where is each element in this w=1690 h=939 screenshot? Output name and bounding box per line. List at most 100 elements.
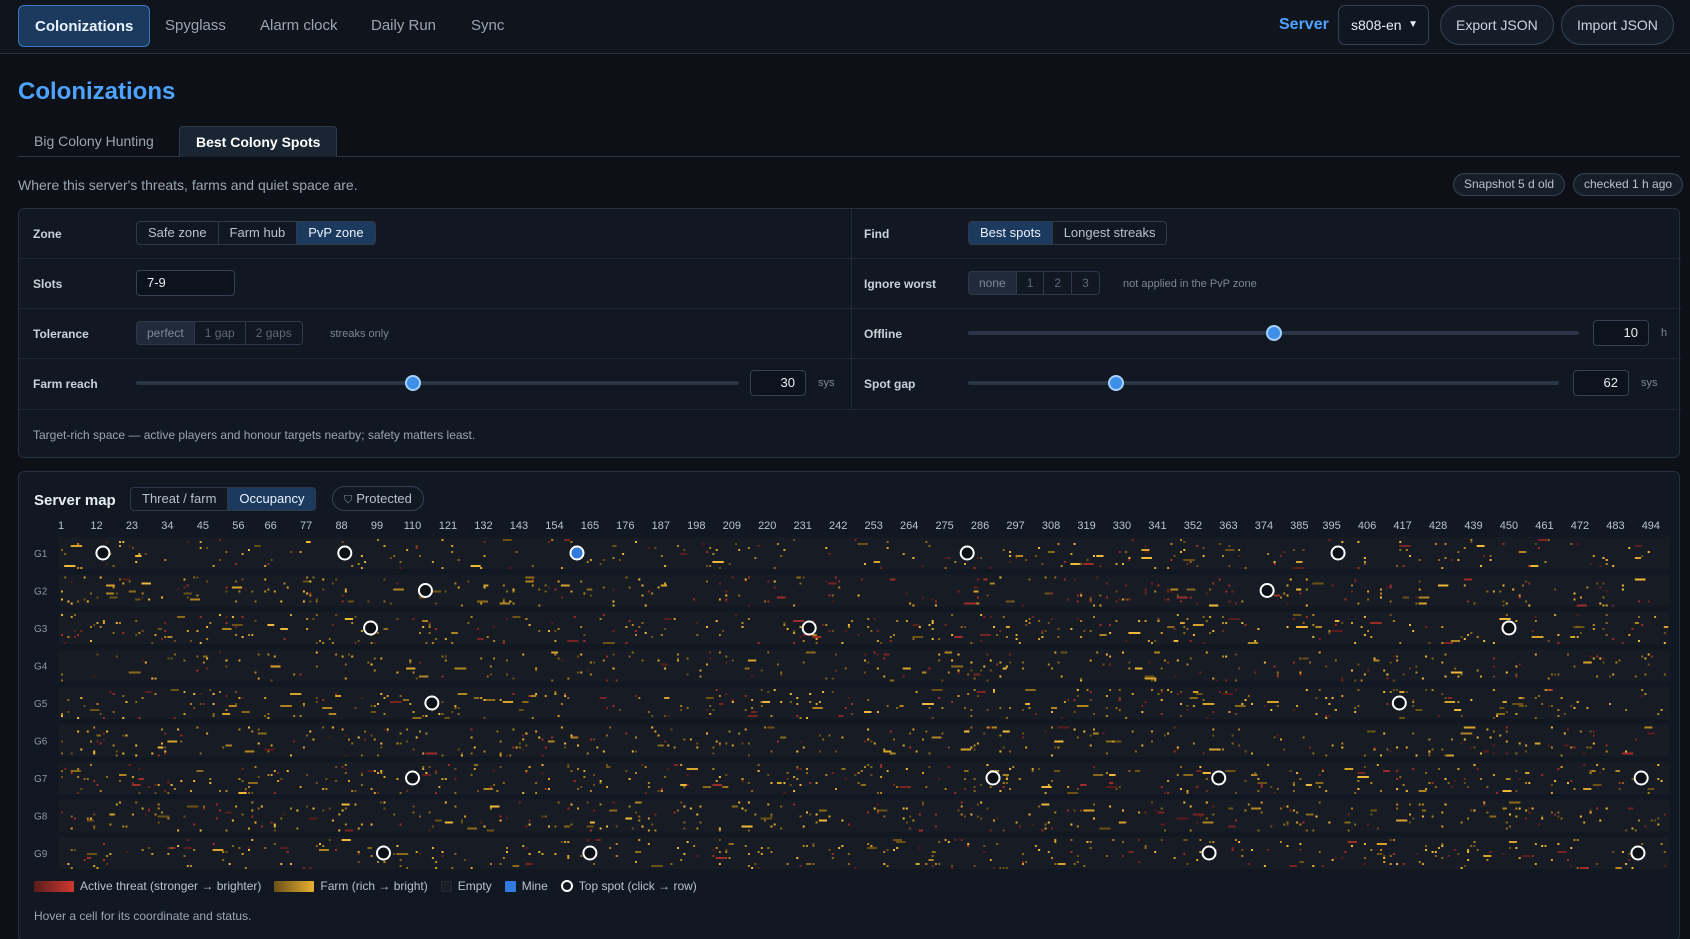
export-json-button[interactable]: Export JSON [1440,5,1554,45]
axis-tick-label: 363 [1219,520,1237,532]
spot-gap-unit: sys [1641,377,1658,389]
galaxy-row[interactable] [59,687,1669,719]
tolerance-2-gaps[interactable]: 2 gaps [246,322,302,344]
checked-badge: checked 1 h ago [1573,173,1684,196]
top-spot-marker[interactable] [375,845,391,861]
top-spot-marker[interactable] [1391,695,1407,711]
axis-tick-label: 483 [1606,520,1624,532]
galaxy-row[interactable] [59,612,1669,644]
top-spot-marker[interactable] [424,695,440,711]
top-spot-marker[interactable] [337,545,353,561]
farm-reach-slider-thumb[interactable] [405,375,422,391]
axis-tick-label: 231 [794,520,812,532]
axis-tick-label: 374 [1255,520,1273,532]
top-spot-marker[interactable] [959,545,975,561]
axis-tick-label: 12 [90,520,102,532]
axis-tick-label: 253 [864,520,882,532]
top-spot-marker[interactable] [1501,620,1517,636]
ignore-worst-none[interactable]: none [969,272,1017,294]
server-select[interactable]: s808-en ▼ [1338,5,1429,45]
nav-tab-daily-run[interactable]: Daily Run [355,5,452,47]
nav-tab-alarm-clock[interactable]: Alarm clock [244,5,354,47]
tolerance-selector: perfect 1 gap 2 gaps [136,321,303,345]
top-spot-marker[interactable] [1330,545,1346,561]
top-spot-marker[interactable] [1633,770,1649,786]
galaxy-label: G1 [34,549,48,560]
ignore-worst-3[interactable]: 3 [1072,272,1099,294]
find-option-best-spots[interactable]: Best spots [969,222,1053,244]
farm-reach-slider[interactable] [136,375,739,391]
axis-tick-label: 165 [581,520,599,532]
spot-gap-slider[interactable] [968,375,1559,391]
top-spot-marker[interactable] [1201,845,1217,861]
top-spot-marker[interactable] [582,845,598,861]
axis-tick-label: 187 [652,520,670,532]
ignore-worst-1[interactable]: 1 [1017,272,1045,294]
nav-tab-spyglass[interactable]: Spyglass [149,5,242,47]
axis-tick-label: 209 [723,520,741,532]
mine-marker[interactable] [571,547,583,559]
offline-input[interactable]: 10 [1593,320,1649,346]
protected-toggle[interactable]: ⛉ Protected [332,486,424,511]
nav-tab-colonizations[interactable]: Colonizations [18,5,151,47]
top-spot-marker[interactable] [95,545,111,561]
top-spot-marker[interactable] [1211,770,1227,786]
spot-gap-input[interactable]: 62 [1573,370,1629,396]
tolerance-label: Tolerance [33,327,89,341]
galaxy-row[interactable] [59,799,1669,832]
axis-tick-label: 1 [58,520,64,532]
slots-input[interactable]: 7-9 [136,270,235,296]
zone-selector: Safe zone Farm hub PvP zone [136,221,376,245]
map-mode-occupancy[interactable]: Occupancy [228,488,316,510]
ignore-worst-label: Ignore worst [864,277,937,291]
axis-tick-label: 242 [829,520,847,532]
top-spot-marker[interactable] [985,770,1001,786]
axis-tick-label: 143 [510,520,528,532]
map-mode-threat-farm[interactable]: Threat / farm [131,488,229,510]
ignore-worst-2[interactable]: 2 [1044,272,1073,294]
zone-option-pvp[interactable]: PvP zone [297,222,375,244]
page-description: Where this server's threats, farms and q… [18,177,358,193]
spot-gap-slider-thumb[interactable] [1107,375,1124,391]
legend-top-spot: Top spot (click → row) [560,879,697,893]
zone-option-safe[interactable]: Safe zone [137,222,219,244]
axis-tick-label: 439 [1464,520,1482,532]
legend-mine: Mine [504,879,548,893]
nav-tab-sync[interactable]: Sync [455,5,520,47]
controls-panel: Zone Safe zone Farm hub PvP zone Find Be… [18,208,1681,458]
axis-tick-label: 88 [335,520,347,532]
axis-tick-label: 110 [404,520,422,532]
farm-reach-input[interactable]: 30 [750,370,806,396]
top-spot-marker[interactable] [1259,583,1275,598]
top-spot-marker[interactable] [801,620,817,636]
galaxy-label: G5 [34,699,48,710]
tolerance-note: streaks only [330,328,389,340]
axis-tick-label: 154 [545,520,563,532]
galaxy-label: G3 [34,624,48,635]
galaxy-row[interactable] [59,837,1669,869]
axis-tick-label: 341 [1148,520,1166,532]
top-spot-marker[interactable] [405,770,421,786]
top-spot-marker[interactable] [417,583,433,598]
axis-tick-label: 417 [1393,520,1411,532]
server-map-grid[interactable]: 1 12 23 34 45 56 66 77 88 99 110 121 132 143 154 165 176… [19,512,1679,872]
find-option-longest-streaks[interactable]: Longest streaks [1053,222,1167,244]
import-json-button[interactable]: Import JSON [1561,5,1674,45]
subtab-big-colony-hunting[interactable]: Big Colony Hunting [18,126,170,157]
tolerance-perfect[interactable]: perfect [137,322,195,344]
axis-tick-label: 176 [616,520,634,532]
offline-unit: h [1661,327,1668,339]
galaxy-row[interactable] [59,574,1669,607]
offline-slider[interactable] [968,325,1579,341]
offline-label: Offline [864,327,902,341]
offline-slider-thumb[interactable] [1265,325,1282,341]
tolerance-1-gap[interactable]: 1 gap [195,322,246,344]
top-spot-marker[interactable] [363,620,379,636]
axis-tick-label: 264 [900,520,918,532]
zone-option-farm-hub[interactable]: Farm hub [219,222,298,244]
top-spot-marker[interactable] [1630,845,1646,861]
subtab-best-colony-spots[interactable]: Best Colony Spots [179,126,338,157]
find-label: Find [864,227,890,241]
axis-tick-label: 77 [300,520,312,532]
page-title: Colonizations [18,78,176,105]
